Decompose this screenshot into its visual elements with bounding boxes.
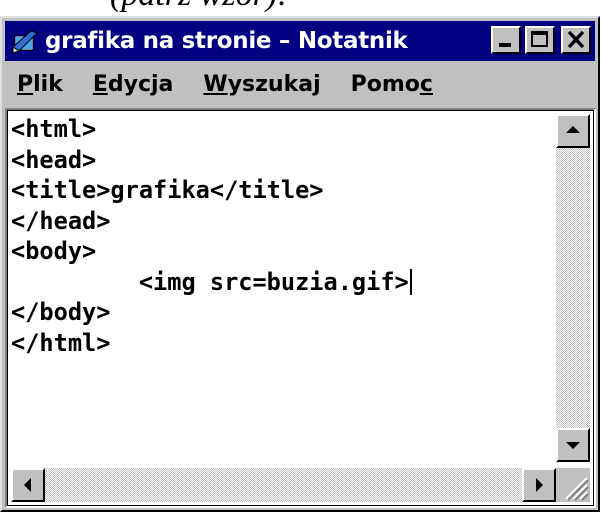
- menu-plik[interactable]: Plik: [17, 72, 63, 97]
- menu-pomoc[interactable]: Pomoc: [351, 72, 433, 97]
- horizontal-scrollbar[interactable]: [11, 468, 556, 502]
- title-bar[interactable]: grafika na stronie – Notatnik: [5, 21, 595, 61]
- resize-grip[interactable]: [556, 468, 590, 502]
- code-line: <html>: [11, 115, 97, 143]
- maximize-icon: [531, 31, 548, 47]
- notepad-icon[interactable]: [11, 27, 39, 55]
- code-line: <head>: [11, 145, 97, 174]
- menu-edycja[interactable]: Edycja: [93, 72, 174, 97]
- close-button[interactable]: [561, 26, 591, 54]
- close-icon: [567, 30, 585, 49]
- menu-wyszukaj[interactable]: Wyszukaj: [203, 72, 320, 97]
- code-line: </head>: [11, 206, 111, 235]
- code-line: <body>: [11, 237, 97, 265]
- scroll-down-button[interactable]: [556, 428, 590, 462]
- vertical-scrollbar[interactable]: [556, 114, 590, 462]
- code-line: </html>: [11, 328, 111, 357]
- arrow-up-icon: [566, 126, 580, 133]
- scroll-up-button[interactable]: [556, 114, 590, 148]
- maximize-button[interactable]: [525, 26, 555, 54]
- minimize-button[interactable]: [491, 26, 521, 54]
- code-line: </body>: [11, 298, 111, 326]
- code-line-with-caret: <img src=buzia.gif>: [11, 267, 552, 298]
- arrow-right-icon: [536, 478, 543, 492]
- notepad-window: grafika na stronie – Notatnik Plik Edycj…: [0, 16, 600, 512]
- scroll-left-button[interactable]: [11, 468, 45, 502]
- code-line-text: <img src=buzia.gif>: [11, 267, 409, 296]
- scroll-right-button[interactable]: [522, 468, 556, 502]
- text-area[interactable]: <html> <head> <title>grafika</title> </h…: [11, 114, 552, 460]
- editor-pane: <html> <head> <title>grafika</title> </h…: [5, 108, 596, 508]
- resize-grip-icon: [565, 477, 589, 501]
- menu-bar: Plik Edycja Wyszukaj Pomoc: [5, 64, 595, 104]
- window-title: grafika na stronie – Notatnik: [45, 28, 408, 54]
- arrow-left-icon: [24, 478, 31, 492]
- minimize-icon: [499, 43, 511, 47]
- code-line: <title>grafika</title>: [11, 176, 324, 204]
- arrow-down-icon: [566, 442, 580, 449]
- text-caret: [409, 268, 412, 295]
- page-caption: (patrz wzór):: [110, 0, 289, 14]
